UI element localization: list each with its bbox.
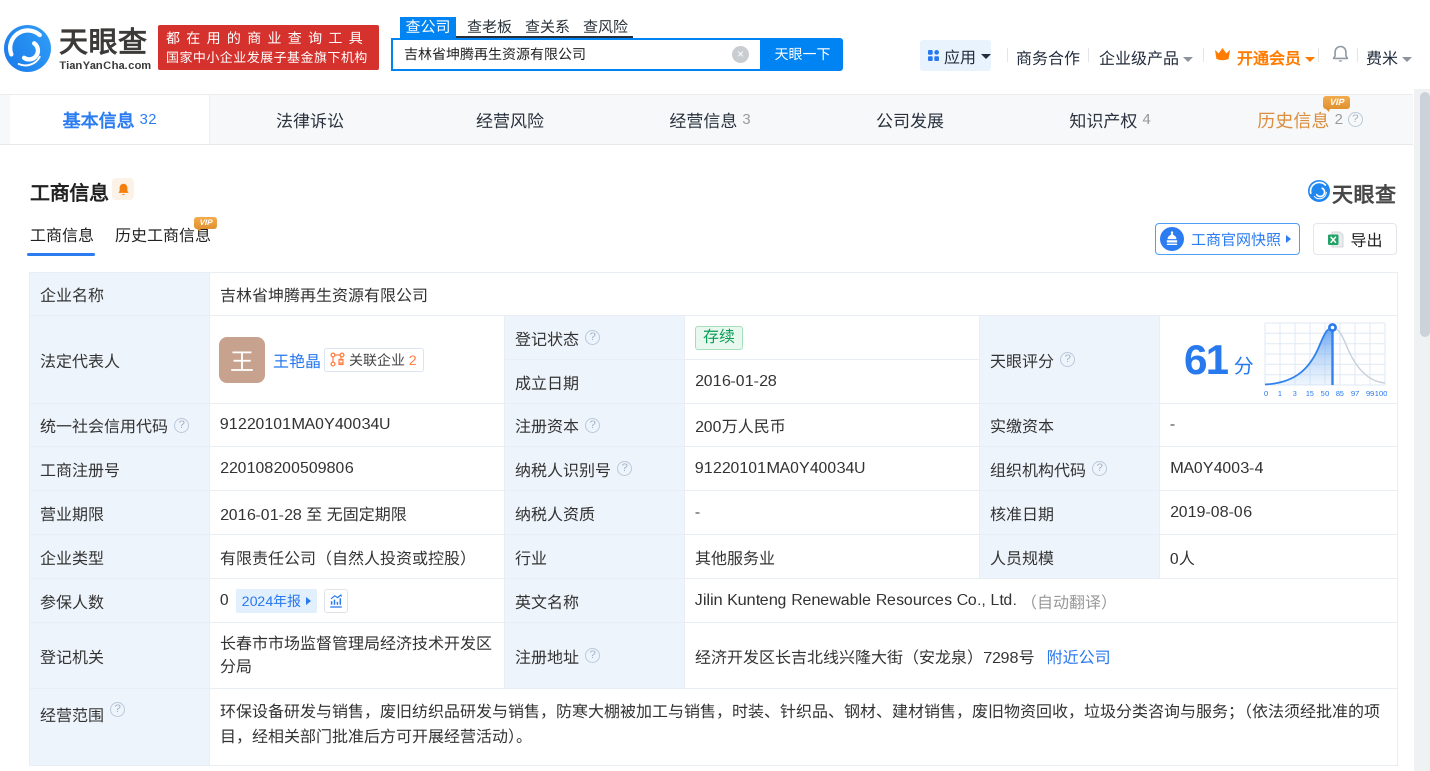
svg-text:0: 0 <box>1264 389 1268 398</box>
svg-text:99: 99 <box>1366 389 1374 398</box>
svg-text:100: 100 <box>1374 389 1386 398</box>
svg-text:15: 15 <box>1306 389 1314 398</box>
svg-text:50: 50 <box>1320 389 1329 398</box>
svg-text:85: 85 <box>1336 389 1344 398</box>
svg-text:1: 1 <box>1278 389 1283 398</box>
svg-text:97: 97 <box>1351 389 1359 398</box>
svg-text:3: 3 <box>1293 389 1297 398</box>
